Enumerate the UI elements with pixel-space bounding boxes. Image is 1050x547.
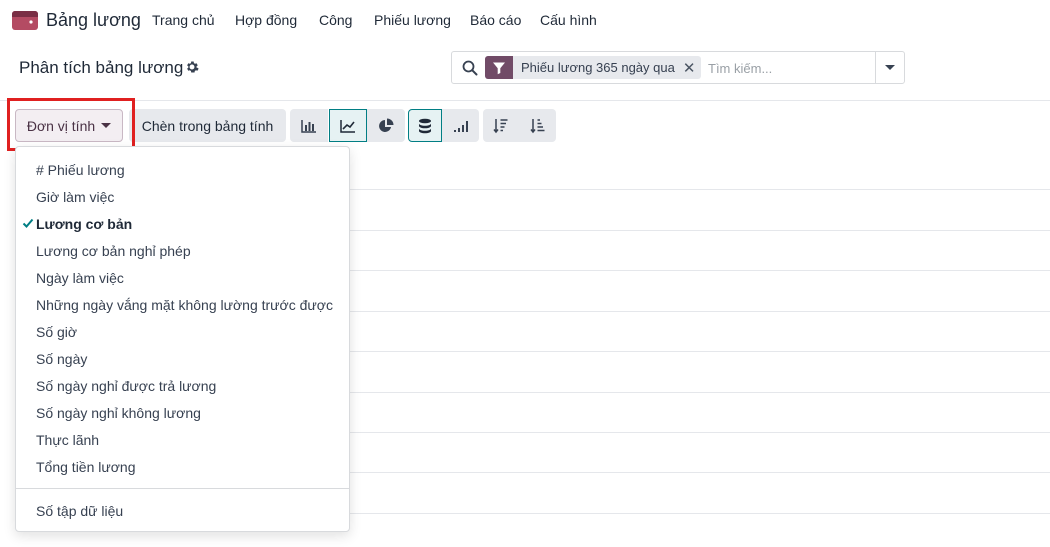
measure-item-days[interactable]: Số ngày (16, 345, 349, 372)
wallet-icon[interactable] (12, 11, 38, 30)
pie-chart-button[interactable] (367, 109, 405, 142)
background-row-line (350, 311, 1050, 312)
app-name[interactable]: Bảng lương (46, 10, 141, 31)
line-chart-button[interactable] (329, 109, 367, 142)
nav-item-home[interactable]: Trang chủ (152, 12, 215, 28)
background-row-line (350, 392, 1050, 393)
sort-descending-icon (493, 118, 508, 133)
pie-chart-icon (379, 118, 394, 132)
page-title: Phân tích bảng lương (19, 58, 184, 77)
measure-item-unpaid-leave-days[interactable]: Số ngày nghỉ không lương (16, 399, 349, 426)
search-icon[interactable] (462, 60, 478, 76)
stacked-icon (419, 118, 431, 133)
search-bar: Phiếu lương 365 ngày qua ✕ (451, 51, 905, 84)
search-options-toggle[interactable] (875, 52, 904, 83)
measure-item-basic-wage-leave[interactable]: Lương cơ bản nghỉ phép (16, 237, 349, 264)
highlight-annotation (7, 98, 135, 151)
control-panel-divider (0, 100, 1050, 101)
measure-label: Giờ làm việc (36, 188, 115, 205)
measure-label: Thực lãnh (36, 431, 100, 448)
measure-label: Số ngày (36, 350, 88, 367)
bar-chart-icon (301, 119, 316, 133)
measure-label: Tổng tiền lương (36, 458, 136, 475)
bar-chart-button[interactable] (290, 109, 328, 142)
check-icon (22, 218, 34, 228)
measures-dropdown-menu: # Phiếu lương Giờ làm việc Lương cơ bản … (15, 146, 350, 532)
nav-item-reporting[interactable]: Báo cáo (470, 12, 521, 28)
stacked-toggle-button[interactable] (408, 109, 442, 142)
filter-icon (485, 56, 513, 79)
close-icon[interactable]: ✕ (683, 59, 702, 77)
measure-label: Số ngày nghỉ không lương (36, 404, 201, 421)
insert-in-spreadsheet-button[interactable]: Chèn trong bảng tính (129, 109, 286, 142)
measure-item-dataset-count[interactable]: Số tập dữ liệu (16, 497, 349, 524)
caret-down-icon (885, 65, 895, 70)
cumulative-toggle-button[interactable] (442, 109, 479, 142)
measure-label: Số tập dữ liệu (36, 502, 124, 519)
line-chart-icon (340, 119, 355, 133)
background-row-line (350, 432, 1050, 433)
measure-label: Số ngày nghỉ được trả lương (36, 377, 217, 394)
background-row-line (350, 270, 1050, 271)
measure-label: Những ngày vắng mặt không lường trước đư… (36, 296, 333, 313)
sort-descending-button[interactable] (483, 109, 519, 142)
measure-item-hours[interactable]: Số giờ (16, 318, 349, 345)
background-row-line (350, 230, 1050, 231)
measure-item-payslip-count[interactable]: # Phiếu lương (16, 156, 349, 183)
nav-item-work-entries[interactable]: Công (319, 12, 352, 28)
measure-label: # Phiếu lương (36, 161, 125, 178)
background-row-line (350, 351, 1050, 352)
measure-label: Lương cơ bản nghỉ phép (36, 242, 191, 259)
sort-ascending-button[interactable] (519, 109, 556, 142)
search-facet: Phiếu lương 365 ngày qua ✕ (485, 56, 702, 79)
search-input[interactable] (708, 58, 868, 78)
dropdown-divider (16, 488, 349, 489)
measure-item-paid-leave-days[interactable]: Số ngày nghỉ được trả lương (16, 372, 349, 399)
measure-item-working-hours[interactable]: Giờ làm việc (16, 183, 349, 210)
measure-label: Ngày làm việc (36, 269, 124, 286)
gear-icon[interactable] (185, 60, 199, 74)
sort-ascending-icon (529, 118, 544, 133)
measure-label: Lương cơ bản (36, 215, 133, 232)
background-row-line (350, 189, 1050, 190)
background-row-line (350, 472, 1050, 473)
nav-item-contracts[interactable]: Hợp đồng (235, 12, 297, 28)
measure-item-basic-wage[interactable]: Lương cơ bản (16, 210, 349, 237)
measure-label: Số giờ (36, 323, 78, 340)
nav-item-payslips[interactable]: Phiếu lương (374, 12, 451, 28)
facet-label: Phiếu lương 365 ngày qua (521, 60, 675, 75)
measure-item-unforeseen-absence[interactable]: Những ngày vắng mặt không lường trước đư… (16, 291, 349, 318)
measure-item-net-wage[interactable]: Thực lãnh (16, 426, 349, 453)
cumulative-icon (453, 120, 468, 132)
measure-item-gross-wage[interactable]: Tổng tiền lương (16, 453, 349, 480)
measure-item-working-days[interactable]: Ngày làm việc (16, 264, 349, 291)
background-row-line (350, 513, 1050, 514)
top-navbar: Bảng lương Trang chủ Hợp đồng Công Phiếu… (0, 0, 1050, 42)
nav-item-configuration[interactable]: Cấu hình (540, 12, 597, 28)
